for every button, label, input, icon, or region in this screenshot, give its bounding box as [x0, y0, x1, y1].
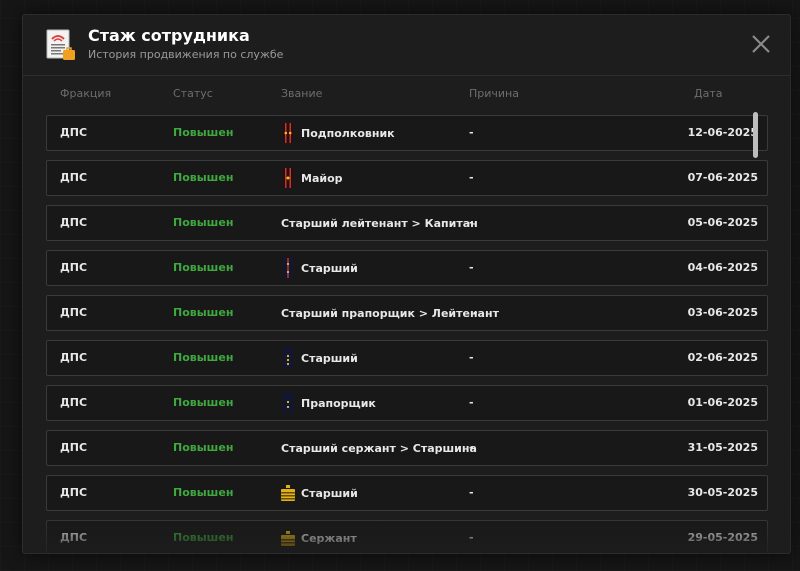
rank-text: Старший прапорщик > Лейтенант [281, 306, 499, 320]
faction-cell: ДПС [60, 396, 88, 409]
table-row: ДПС Повышен Подполковник - 12-06-2025 [46, 115, 768, 151]
senior-lieutenant-shoulder-strap-icon [283, 258, 293, 278]
faction-cell: ДПС [60, 486, 88, 499]
table-header: Фракция Статус Звание Причина Дата [46, 87, 768, 103]
rank-text: Старший [301, 261, 358, 275]
rank-cell: Старший прапорщик > Лейтенант [281, 303, 499, 323]
faction-cell: ДПС [60, 216, 88, 229]
status-cell: Повышен [173, 261, 234, 274]
table-row: ДПС Повышен Майор - 07-06-2025 [46, 160, 768, 196]
document-badge-icon [46, 29, 75, 60]
status-cell: Повышен [173, 531, 234, 544]
status-cell: Повышен [173, 216, 234, 229]
scrollbar-thumb[interactable] [753, 112, 758, 158]
reason-cell: - [469, 396, 474, 409]
rank-text: Старший [301, 486, 358, 500]
rank-cell: Прапорщик [281, 393, 376, 413]
lieutenant-colonel-shoulder-strap-icon [283, 123, 293, 143]
table-row: ДПС Повышен Старший - 30-05-2025 [46, 475, 768, 511]
date-cell: 29-05-2025 [687, 531, 758, 544]
status-cell: Повышен [173, 486, 234, 499]
column-header-status: Статус [173, 87, 213, 100]
reason-cell: - [469, 351, 474, 364]
scrollbar-track[interactable] [751, 100, 759, 538]
rank-cell: Старший [281, 258, 358, 278]
column-header-date: Дата [694, 87, 723, 100]
faction-cell: ДПС [60, 351, 88, 364]
column-header-reason: Причина [469, 87, 519, 100]
rank-cell: Майор [281, 168, 343, 188]
rank-cell: Старший [281, 483, 358, 503]
reason-cell: - [469, 261, 474, 274]
rank-text: Прапорщик [301, 396, 376, 410]
table-row: ДПС Повышен Старший сержант > Старшина -… [46, 430, 768, 466]
table-row: ДПС Повышен Старший лейтенант > Капитан … [46, 205, 768, 241]
employee-seniority-modal: Стаж сотрудника История продвижения по с… [22, 14, 791, 554]
table-row: ДПС Повышен Старший - 02-06-2025 [46, 340, 768, 376]
status-cell: Повышен [173, 126, 234, 139]
close-icon[interactable] [750, 33, 772, 55]
rank-text: Старший [301, 351, 358, 365]
reason-cell: - [469, 441, 474, 454]
status-cell: Повышен [173, 396, 234, 409]
faction-cell: ДПС [60, 441, 88, 454]
date-cell: 31-05-2025 [687, 441, 758, 454]
rank-text: Майор [301, 171, 343, 185]
status-cell: Повышен [173, 441, 234, 454]
date-cell: 01-06-2025 [687, 396, 758, 409]
date-cell: 30-05-2025 [687, 486, 758, 499]
status-cell: Повышен [173, 171, 234, 184]
rank-text: Старший сержант > Старшина [281, 441, 477, 455]
table-row: ДПС Повышен Старший - 04-06-2025 [46, 250, 768, 286]
date-cell: 05-06-2025 [687, 216, 758, 229]
reason-cell: - [469, 126, 474, 139]
history-list[interactable]: ДПС Повышен Подполковник - 12-06-2025 ДП… [46, 115, 768, 553]
major-shoulder-strap-icon [283, 168, 293, 188]
reason-cell: - [473, 306, 478, 319]
date-cell: 02-06-2025 [687, 351, 758, 364]
sergeant-shoulder-strap-icon [281, 531, 295, 546]
rank-cell: Старший сержант > Старшина [281, 438, 477, 458]
faction-cell: ДПС [60, 171, 88, 184]
rank-cell: Старший лейтенант > Капитан [281, 213, 478, 233]
warrant-officer-shoulder-strap-icon [283, 393, 293, 413]
senior-warrant-officer-shoulder-strap-icon [283, 348, 293, 368]
date-cell: 12-06-2025 [687, 126, 758, 139]
reason-cell: - [469, 171, 474, 184]
date-cell: 03-06-2025 [687, 306, 758, 319]
senior-sergeant-shoulder-strap-icon [281, 485, 295, 501]
reason-cell: - [469, 486, 474, 499]
faction-cell: ДПС [60, 531, 88, 544]
rank-text: Сержант [301, 531, 357, 545]
table-row: ДПС Повышен Старший прапорщик > Лейтенан… [46, 295, 768, 331]
date-cell: 07-06-2025 [687, 171, 758, 184]
modal-title: Стаж сотрудника [88, 26, 250, 45]
table-row: ДПС Повышен Сержант - 29-05-2025 [46, 520, 768, 553]
column-header-faction: Фракция [60, 87, 112, 100]
rank-cell: Подполковник [281, 123, 395, 143]
rank-text: Подполковник [301, 126, 395, 140]
reason-cell: - [469, 531, 474, 544]
reason-cell: - [469, 216, 474, 229]
modal-subtitle: История продвижения по службе [88, 48, 284, 61]
date-cell: 04-06-2025 [687, 261, 758, 274]
rank-cell: Старший [281, 348, 358, 368]
rank-cell: Сержант [281, 528, 357, 548]
status-cell: Повышен [173, 351, 234, 364]
faction-cell: ДПС [60, 126, 88, 139]
status-cell: Повышен [173, 306, 234, 319]
modal-header: Стаж сотрудника История продвижения по с… [23, 15, 790, 76]
rank-text: Старший лейтенант > Капитан [281, 216, 478, 230]
faction-cell: ДПС [60, 306, 88, 319]
table-row: ДПС Повышен Прапорщик - 01-06-2025 [46, 385, 768, 421]
column-header-rank: Звание [281, 87, 323, 100]
faction-cell: ДПС [60, 261, 88, 274]
